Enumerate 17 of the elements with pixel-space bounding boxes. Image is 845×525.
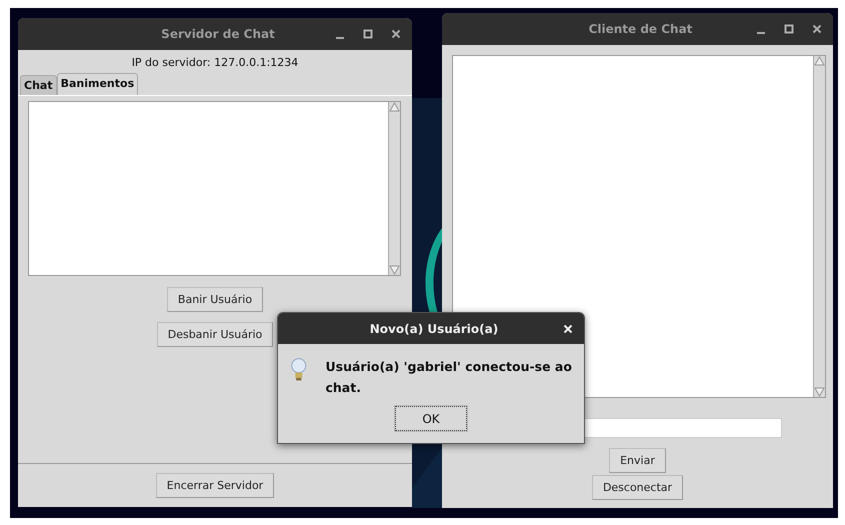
tab[interactable]: Chat <box>20 75 57 95</box>
button[interactable]: Banir Usuário <box>166 287 264 312</box>
window-title: Servidor de Chat <box>161 27 275 41</box>
window-title: Cliente de Chat <box>588 22 692 36</box>
dialog-message: Usuário(a) 'gabriel' conectou-se ao chat. <box>326 358 573 397</box>
maximize-icon[interactable] <box>362 28 374 40</box>
shutdown-button[interactable]: Encerrar Servidor <box>156 473 274 498</box>
dialog-title: Novo(a) Usuário(a) <box>370 322 498 336</box>
button[interactable]: Enviar <box>609 448 666 473</box>
server-ip-label: IP do servidor: 127.0.0.1:1234 <box>132 56 298 69</box>
maximize-icon[interactable] <box>783 23 795 35</box>
close-icon[interactable] <box>390 28 402 40</box>
close-icon[interactable] <box>811 23 823 35</box>
button[interactable]: Desbanir Usuário <box>156 322 274 347</box>
tab[interactable]: Banimentos <box>56 73 138 95</box>
ok-button[interactable]: OK <box>395 406 467 431</box>
button[interactable]: Desconectar <box>592 475 684 500</box>
